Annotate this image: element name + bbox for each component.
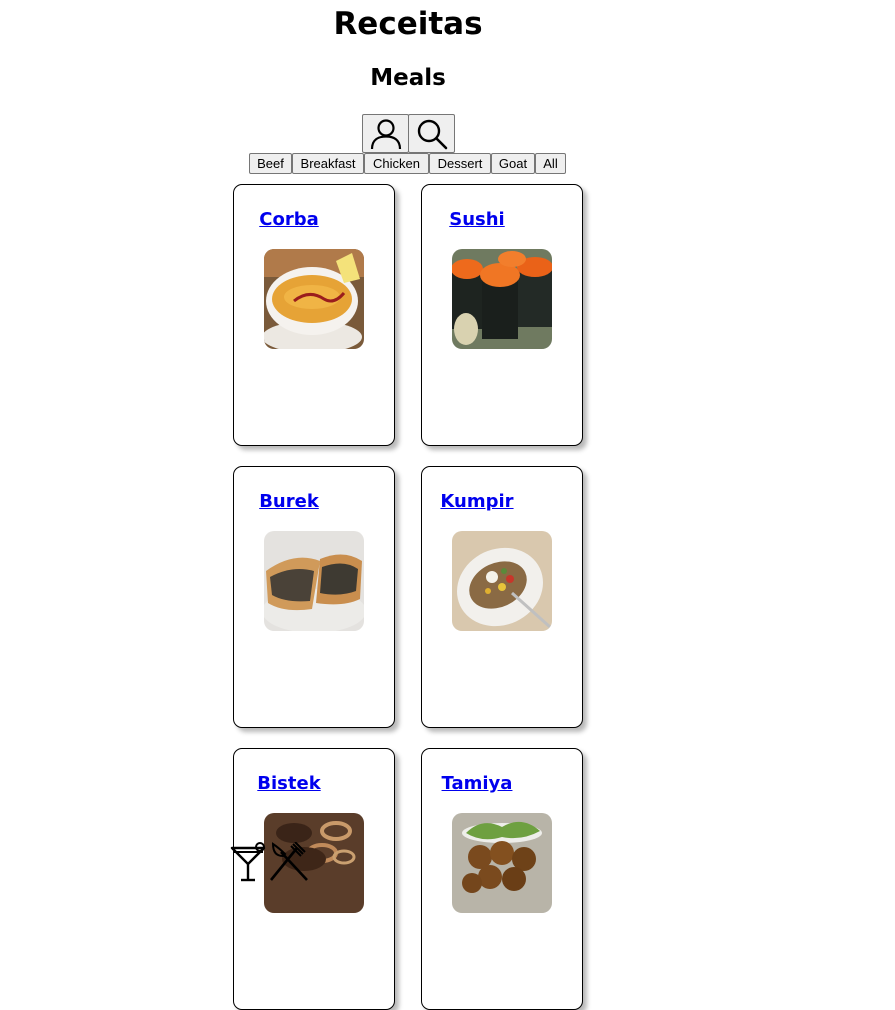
recipe-card[interactable]: Kumpir [421, 466, 583, 728]
category-dessert-button[interactable]: Dessert [429, 153, 491, 174]
category-beef-button[interactable]: Beef [249, 153, 292, 174]
recipe-image [264, 531, 364, 631]
recipe-image [452, 249, 552, 349]
app-title: Receitas [333, 6, 483, 42]
recipe-link[interactable]: Sushi [422, 209, 532, 230]
recipe-card[interactable]: Corba [233, 184, 395, 446]
footer-nav [229, 840, 311, 882]
search-button[interactable] [408, 114, 455, 153]
recipe-link[interactable]: Kumpir [422, 491, 532, 512]
recipe-link[interactable]: Corba [234, 209, 344, 230]
recipe-image [452, 813, 552, 913]
recipe-link[interactable]: Bistek [234, 773, 344, 794]
category-chicken-button[interactable]: Chicken [364, 153, 429, 174]
search-icon [417, 119, 447, 149]
profile-button[interactable] [362, 114, 409, 153]
meal-icon[interactable] [267, 842, 311, 882]
recipe-image [452, 531, 552, 631]
recipe-card[interactable]: Tamiya [421, 748, 583, 1010]
recipe-card[interactable]: Burek [233, 466, 395, 728]
recipe-image [264, 249, 364, 349]
category-breakfast-button[interactable]: Breakfast [292, 153, 364, 174]
drink-icon[interactable] [229, 842, 267, 882]
category-goat-button[interactable]: Goat [491, 153, 535, 174]
page-title: Meals [370, 65, 446, 91]
recipe-card[interactable]: Sushi [421, 184, 583, 446]
recipe-link[interactable]: Tamiya [422, 773, 532, 794]
category-all-button[interactable]: All [535, 153, 566, 174]
recipe-link[interactable]: Burek [234, 491, 344, 512]
profile-icon [370, 118, 401, 149]
